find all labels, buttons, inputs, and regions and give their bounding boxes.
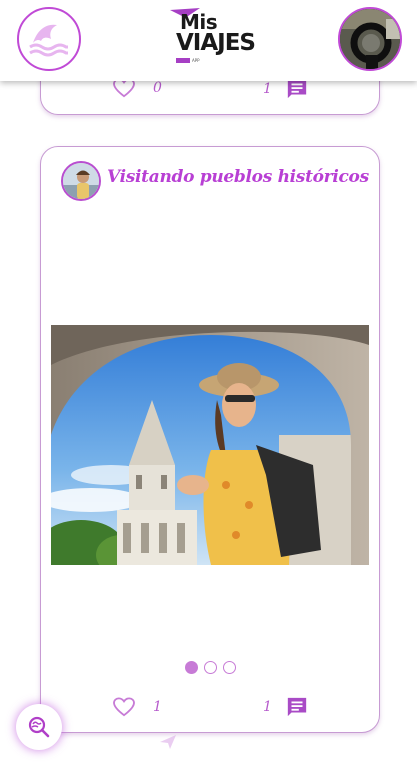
waves-icon (29, 24, 68, 57)
comment-action[interactable]: 1 (263, 696, 308, 718)
menu-button[interactable] (17, 7, 81, 71)
logo-line-2: VIAJES (176, 30, 256, 56)
app-header: Mis VIAJES APP (0, 0, 417, 81)
logo-line-1: Mis (180, 10, 218, 34)
carousel-dot[interactable] (223, 661, 236, 674)
comment-count: 1 (263, 81, 272, 97)
like-action[interactable]: 1 (113, 697, 162, 717)
search-location-icon (28, 716, 50, 738)
author-avatar[interactable] (61, 161, 101, 201)
author-avatar-image (63, 163, 99, 199)
like-count: 1 (153, 699, 162, 715)
carousel-indicators (185, 661, 236, 674)
comment-icon (287, 697, 307, 717)
profile-avatar[interactable] (338, 7, 402, 71)
carousel-dot[interactable] (185, 661, 198, 674)
user-avatar (340, 9, 400, 69)
post-card: Visitando pueblos históricos 1 1 (40, 146, 380, 733)
travel-photo (51, 325, 369, 565)
comment-action[interactable]: 1 (263, 78, 308, 100)
logo-bar (176, 58, 190, 63)
plane-icon (160, 735, 176, 749)
search-location-button[interactable] (16, 704, 62, 750)
like-action[interactable]: 0 (113, 78, 162, 98)
comment-count: 1 (263, 699, 272, 715)
post-title[interactable]: Visitando pueblos históricos (107, 167, 369, 187)
app-logo[interactable]: Mis VIAJES APP (168, 8, 256, 66)
heart-icon (113, 78, 135, 98)
carousel-dot[interactable] (204, 661, 217, 674)
heart-icon (113, 697, 135, 717)
like-count: 0 (153, 80, 162, 96)
post-image[interactable] (51, 325, 369, 565)
logo-line-3: APP (192, 58, 200, 63)
comment-icon (287, 79, 307, 99)
